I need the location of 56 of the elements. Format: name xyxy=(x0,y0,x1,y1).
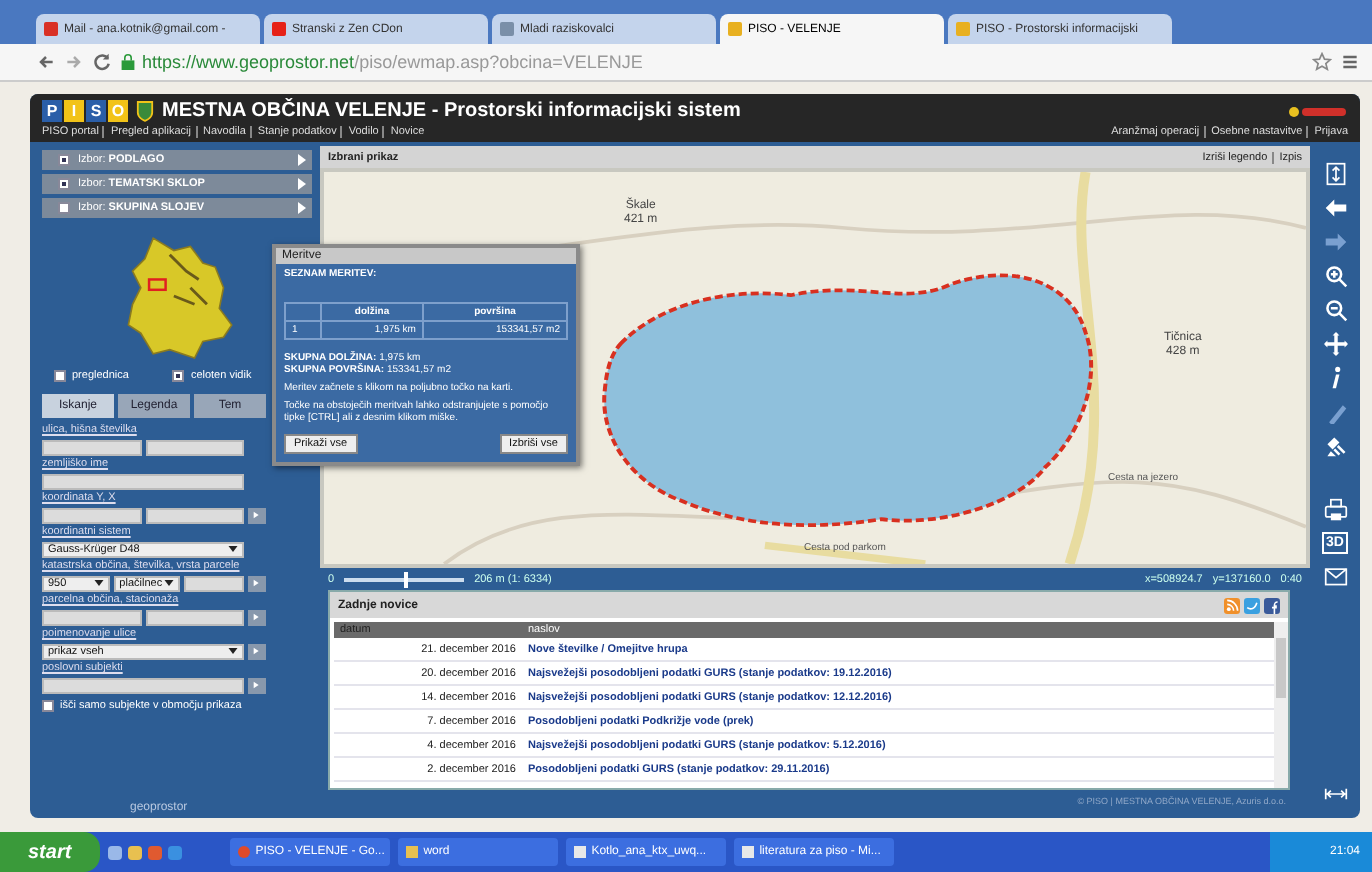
caret-icon xyxy=(252,680,262,690)
input-field[interactable] xyxy=(145,507,244,523)
back-icon[interactable] xyxy=(36,52,56,72)
checkbox[interactable] xyxy=(58,154,70,166)
scale-slider-handle[interactable] xyxy=(404,571,409,587)
input-field[interactable] xyxy=(42,439,141,455)
favicon-icon xyxy=(728,22,742,36)
input-field[interactable] xyxy=(145,609,244,625)
go-button[interactable] xyxy=(248,507,266,523)
caret-icon xyxy=(228,546,238,552)
zoom-out-icon[interactable] xyxy=(1323,298,1347,322)
go-button[interactable] xyxy=(248,609,266,625)
lock-icon xyxy=(120,54,136,70)
brand-logo-icon xyxy=(1288,103,1348,119)
print-icon[interactable] xyxy=(1323,498,1347,522)
favicon-icon xyxy=(500,22,514,36)
full-extent-icon[interactable] xyxy=(1323,162,1347,186)
caret-icon xyxy=(252,510,262,520)
caret-icon xyxy=(252,646,262,656)
ruler-icon[interactable] xyxy=(1323,400,1347,424)
input-field[interactable] xyxy=(184,575,245,591)
app-title: MESTNA OBČINA VELENJE - Prostorski informacijski sistem xyxy=(162,100,741,122)
favicon-icon xyxy=(956,22,970,36)
checkbox[interactable] xyxy=(54,370,66,382)
go-button[interactable] xyxy=(248,575,267,591)
facebook-icon[interactable] xyxy=(1264,597,1280,613)
menu-icon[interactable] xyxy=(1340,52,1360,72)
mail-icon[interactable] xyxy=(1323,564,1347,588)
caret-icon xyxy=(252,612,262,622)
forward-icon[interactable] xyxy=(1323,230,1347,254)
go-button[interactable] xyxy=(248,643,266,659)
logo: P I S O xyxy=(42,100,128,122)
reload-icon[interactable] xyxy=(92,52,112,72)
crest-icon xyxy=(136,100,154,122)
input-field[interactable] xyxy=(42,677,244,693)
checkbox[interactable] xyxy=(42,700,54,712)
input-field[interactable] xyxy=(42,609,141,625)
go-button[interactable] xyxy=(248,677,266,693)
input-field[interactable] xyxy=(145,439,244,455)
pan-icon[interactable] xyxy=(1323,332,1347,356)
caret-icon xyxy=(228,648,238,654)
favicon-icon xyxy=(272,22,286,36)
favicon-icon xyxy=(44,22,58,36)
checkbox[interactable] xyxy=(58,178,70,190)
start-button[interactable]: start xyxy=(0,832,100,872)
zoom-in-icon[interactable] xyxy=(1323,264,1347,288)
input-field[interactable] xyxy=(42,507,141,523)
back-icon[interactable] xyxy=(1323,196,1347,220)
caret-icon xyxy=(164,580,175,586)
checkbox[interactable] xyxy=(172,370,185,382)
scrollbar[interactable] xyxy=(1274,622,1288,788)
caret-icon xyxy=(252,578,263,588)
input-field[interactable] xyxy=(42,473,244,489)
checkbox[interactable] xyxy=(58,202,70,214)
star-icon[interactable] xyxy=(1312,52,1332,72)
caret-icon xyxy=(93,580,104,586)
